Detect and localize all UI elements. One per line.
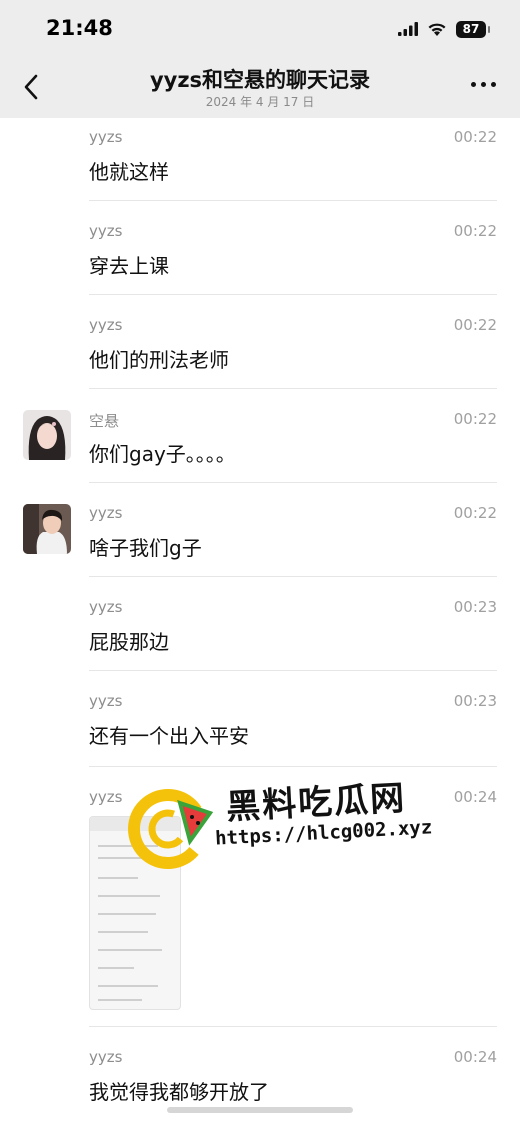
message-time: 00:22	[453, 222, 497, 240]
message-time: 00:22	[453, 410, 497, 428]
message-text[interactable]: 穿去上课	[89, 250, 169, 279]
top-bar: 21:48 87 yyzs和空悬的聊天记录 2024 年 4 月 17 日	[0, 0, 520, 118]
message-text[interactable]: 你们gay子。。。。	[89, 438, 236, 467]
message-sender: yyzs	[89, 128, 123, 146]
message-text[interactable]: 啥子我们g子	[89, 532, 202, 561]
divider	[89, 576, 497, 577]
message-time: 00:24	[453, 788, 497, 806]
divider	[89, 388, 497, 389]
message-sender: yyzs	[89, 222, 123, 240]
divider	[89, 766, 497, 767]
avatar[interactable]	[23, 410, 71, 460]
message-sender: yyzs	[89, 788, 123, 806]
status-icons: 87	[398, 18, 490, 40]
message-time: 00:22	[453, 316, 497, 334]
message-time: 00:23	[453, 692, 497, 710]
more-dots-icon[interactable]	[471, 82, 496, 87]
divider	[89, 482, 497, 483]
divider	[89, 670, 497, 671]
chat-title: yyzs和空悬的聊天记录	[149, 68, 371, 92]
message-sender: 空悬	[89, 412, 120, 430]
signal-icon	[398, 22, 418, 36]
battery-icon: 87	[456, 20, 490, 38]
divider	[89, 1026, 497, 1027]
message-text[interactable]: 屁股那边	[89, 626, 169, 655]
status-time: 21:48	[46, 16, 113, 40]
message-sender: yyzs	[89, 316, 123, 334]
watermark-logo	[128, 789, 214, 869]
message-text[interactable]: 还有一个出入平安	[89, 720, 249, 749]
divider	[89, 200, 497, 201]
message-time: 00:22	[453, 128, 497, 146]
chat-date: 2024 年 4 月 17 日	[205, 95, 315, 109]
message-sender: yyzs	[89, 692, 123, 710]
message-text[interactable]: 我觉得我都够开放了	[89, 1076, 269, 1105]
message-text[interactable]: 他们的刑法老师	[89, 344, 229, 373]
wifi-icon	[428, 23, 446, 36]
message-sender: yyzs	[89, 504, 123, 522]
message-time: 00:24	[453, 1048, 497, 1066]
message-time: 00:23	[453, 598, 497, 616]
message-sender: yyzs	[89, 598, 123, 616]
avatar[interactable]	[23, 504, 71, 554]
divider	[89, 294, 497, 295]
message-text[interactable]: 他就这样	[89, 156, 169, 185]
home-indicator	[167, 1107, 353, 1113]
message-time: 00:22	[453, 504, 497, 522]
message-sender: yyzs	[89, 1048, 123, 1066]
